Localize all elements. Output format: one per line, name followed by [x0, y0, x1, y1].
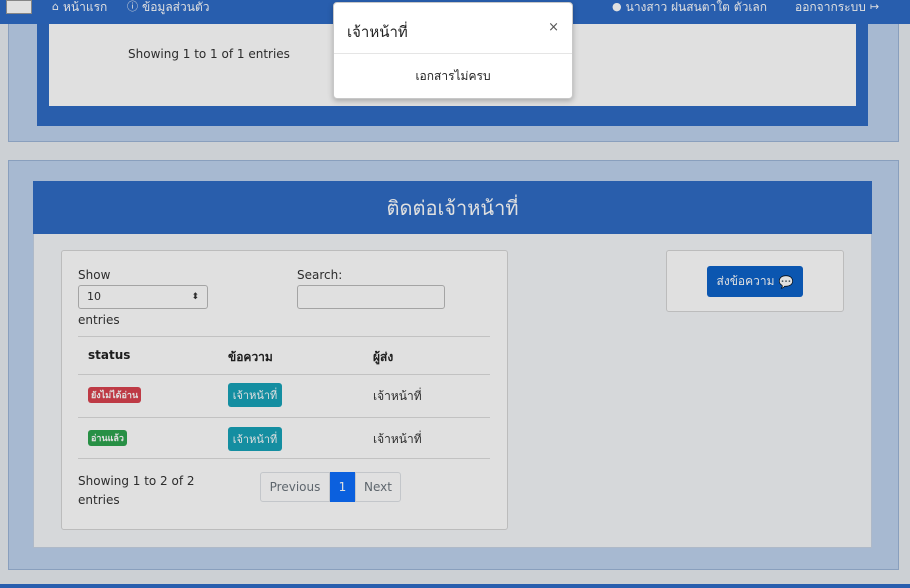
modal-title: เจ้าหน้าที่	[347, 23, 408, 41]
modal-message: เอกสารไม่ครบ	[415, 69, 491, 83]
staff-modal: เจ้าหน้าที่ × เอกสารไม่ครบ	[333, 2, 573, 99]
close-icon[interactable]: ×	[548, 20, 559, 35]
modal-divider	[334, 53, 572, 54]
